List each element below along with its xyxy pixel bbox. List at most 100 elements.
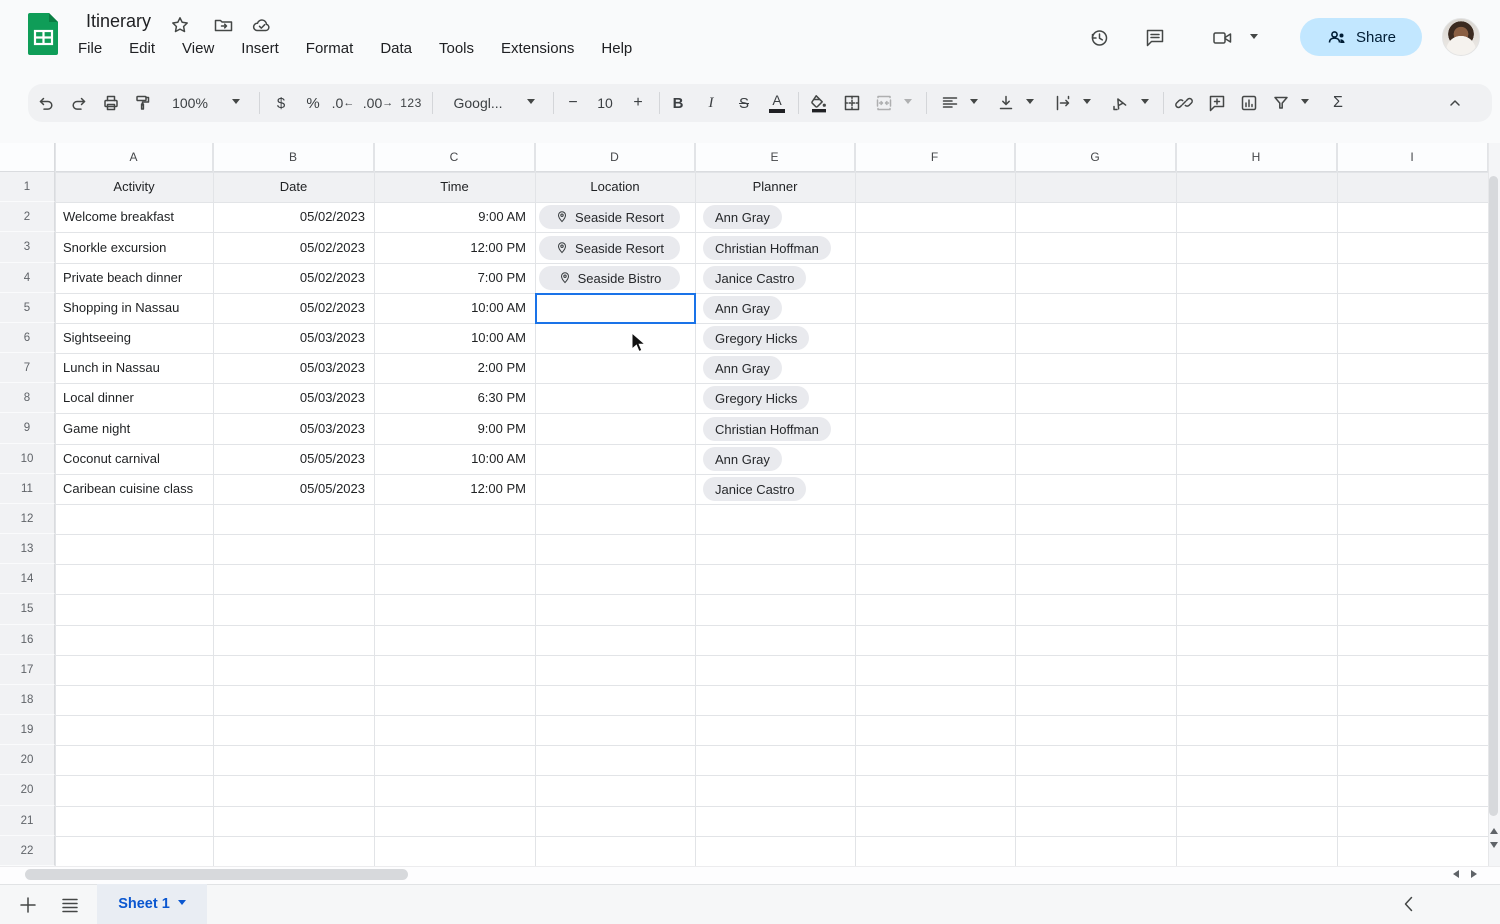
row-header-18[interactable]: 18: [0, 685, 55, 715]
filter-caret[interactable]: [1301, 99, 1309, 108]
functions-button[interactable]: Σ: [1333, 87, 1343, 119]
filter-icon[interactable]: [1265, 87, 1297, 119]
menu-data[interactable]: Data: [380, 40, 412, 57]
merge-caret[interactable]: [904, 99, 912, 108]
header-cell-planner[interactable]: Planner: [695, 172, 855, 202]
italic-button[interactable]: I: [709, 87, 714, 119]
move-folder-icon[interactable]: [213, 15, 235, 35]
location-chip[interactable]: Seaside Bistro: [539, 266, 680, 290]
strikethrough-button[interactable]: S: [739, 87, 749, 119]
menu-edit[interactable]: Edit: [129, 40, 155, 57]
version-history-icon[interactable]: [1087, 26, 1111, 50]
planner-chip[interactable]: Ann Gray: [703, 356, 782, 380]
header-cell-location[interactable]: Location: [535, 172, 695, 202]
redo-icon[interactable]: [63, 87, 95, 119]
row-header-4[interactable]: 4: [0, 263, 55, 293]
cell-date[interactable]: 05/05/2023: [213, 474, 374, 504]
column-header-F[interactable]: F: [855, 143, 1015, 172]
row-header-15[interactable]: 15: [0, 594, 55, 625]
menu-file[interactable]: File: [78, 40, 102, 57]
column-header-C[interactable]: C: [374, 143, 535, 172]
merge-cells-icon[interactable]: [868, 87, 900, 119]
fill-color-icon[interactable]: [803, 87, 835, 119]
document-title[interactable]: Itinerary: [86, 11, 151, 32]
user-avatar[interactable]: [1442, 18, 1480, 56]
cell-time[interactable]: 10:00 AM: [374, 293, 535, 323]
meet-camera-icon[interactable]: [1210, 26, 1236, 50]
column-header-E[interactable]: E: [695, 143, 855, 172]
cell-activity[interactable]: Game night: [55, 413, 213, 444]
more-formats-button[interactable]: 123: [400, 87, 422, 119]
increase-decimal-button[interactable]: .00→: [363, 87, 393, 119]
planner-chip[interactable]: Janice Castro: [703, 477, 806, 501]
cell-activity[interactable]: Sightseeing: [55, 323, 213, 353]
row-header-21[interactable]: 21: [0, 806, 55, 836]
column-header-I[interactable]: I: [1337, 143, 1488, 172]
decrease-decimal-button[interactable]: .0←: [332, 87, 355, 119]
zoom-caret[interactable]: [232, 99, 240, 108]
scroll-left-arrow[interactable]: [1449, 870, 1459, 878]
font-select[interactable]: Googl...: [453, 87, 502, 119]
horizontal-scrollbar-thumb[interactable]: [25, 869, 408, 880]
sheets-logo-icon[interactable]: [27, 12, 60, 57]
vertical-align-caret[interactable]: [1026, 99, 1034, 108]
cell-time[interactable]: 12:00 PM: [374, 232, 535, 263]
cell-date[interactable]: 05/02/2023: [213, 202, 374, 232]
header-cell-date[interactable]: Date: [213, 172, 374, 202]
row-header-8[interactable]: 8: [0, 383, 55, 413]
cell-time[interactable]: 7:00 PM: [374, 263, 535, 293]
add-sheet-icon[interactable]: [17, 894, 39, 916]
cell-date[interactable]: 05/03/2023: [213, 383, 374, 413]
row-header-14[interactable]: 14: [0, 564, 55, 594]
decrease-font-size-button[interactable]: −: [568, 87, 577, 119]
planner-chip[interactable]: Christian Hoffman: [703, 236, 831, 260]
paint-format-icon[interactable]: [127, 87, 159, 119]
planner-chip[interactable]: Christian Hoffman: [703, 417, 831, 441]
print-icon[interactable]: [95, 87, 127, 119]
insert-chart-icon[interactable]: [1233, 87, 1265, 119]
cell-activity[interactable]: Welcome breakfast: [55, 202, 213, 232]
insert-comment-icon[interactable]: [1201, 87, 1233, 119]
collapse-toolbar-icon[interactable]: [1439, 87, 1471, 119]
font-size-input[interactable]: 10: [597, 87, 613, 119]
scroll-down-arrow[interactable]: [1490, 842, 1498, 852]
cell-activity[interactable]: Coconut carnival: [55, 444, 213, 474]
horizontal-align-icon[interactable]: [934, 87, 966, 119]
share-button[interactable]: Share: [1300, 18, 1422, 56]
select-all-corner[interactable]: [0, 143, 55, 172]
borders-icon[interactable]: [836, 87, 868, 119]
header-cell-activity[interactable]: Activity: [55, 172, 213, 202]
insert-link-icon[interactable]: [1168, 87, 1200, 119]
text-rotation-icon[interactable]: [1104, 87, 1136, 119]
row-header-11[interactable]: 11: [0, 474, 55, 504]
row-header-7[interactable]: 7: [0, 353, 55, 383]
planner-chip[interactable]: Ann Gray: [703, 447, 782, 471]
star-icon[interactable]: [170, 15, 190, 35]
sheet-tab-caret[interactable]: [178, 900, 186, 909]
selected-cell-D5[interactable]: [535, 293, 696, 324]
font-caret[interactable]: [527, 99, 535, 108]
row-header-20[interactable]: 20: [0, 745, 55, 775]
cell-date[interactable]: 05/03/2023: [213, 353, 374, 383]
menu-insert[interactable]: Insert: [241, 40, 279, 57]
text-rotation-caret[interactable]: [1141, 99, 1149, 108]
row-header-12[interactable]: 12: [0, 504, 55, 534]
row-header-10[interactable]: 10: [0, 444, 55, 474]
cell-date[interactable]: 05/02/2023: [213, 263, 374, 293]
cell-date[interactable]: 05/02/2023: [213, 232, 374, 263]
cell-date[interactable]: 05/03/2023: [213, 413, 374, 444]
row-header-2[interactable]: 2: [0, 202, 55, 232]
cell-activity[interactable]: Lunch in Nassau: [55, 353, 213, 383]
cell-activity[interactable]: Snorkle excursion: [55, 232, 213, 263]
cell-date[interactable]: 05/03/2023: [213, 323, 374, 353]
bold-button[interactable]: B: [673, 87, 684, 119]
planner-chip[interactable]: Gregory Hicks: [703, 386, 809, 410]
menu-view[interactable]: View: [182, 40, 214, 57]
menu-extensions[interactable]: Extensions: [501, 40, 574, 57]
scroll-up-arrow[interactable]: [1490, 824, 1498, 834]
row-header-1[interactable]: 1: [0, 172, 55, 202]
vertical-scrollbar-thumb[interactable]: [1489, 176, 1498, 816]
cell-time[interactable]: 9:00 PM: [374, 413, 535, 444]
cell-time[interactable]: 2:00 PM: [374, 353, 535, 383]
horizontal-align-caret[interactable]: [970, 99, 978, 108]
